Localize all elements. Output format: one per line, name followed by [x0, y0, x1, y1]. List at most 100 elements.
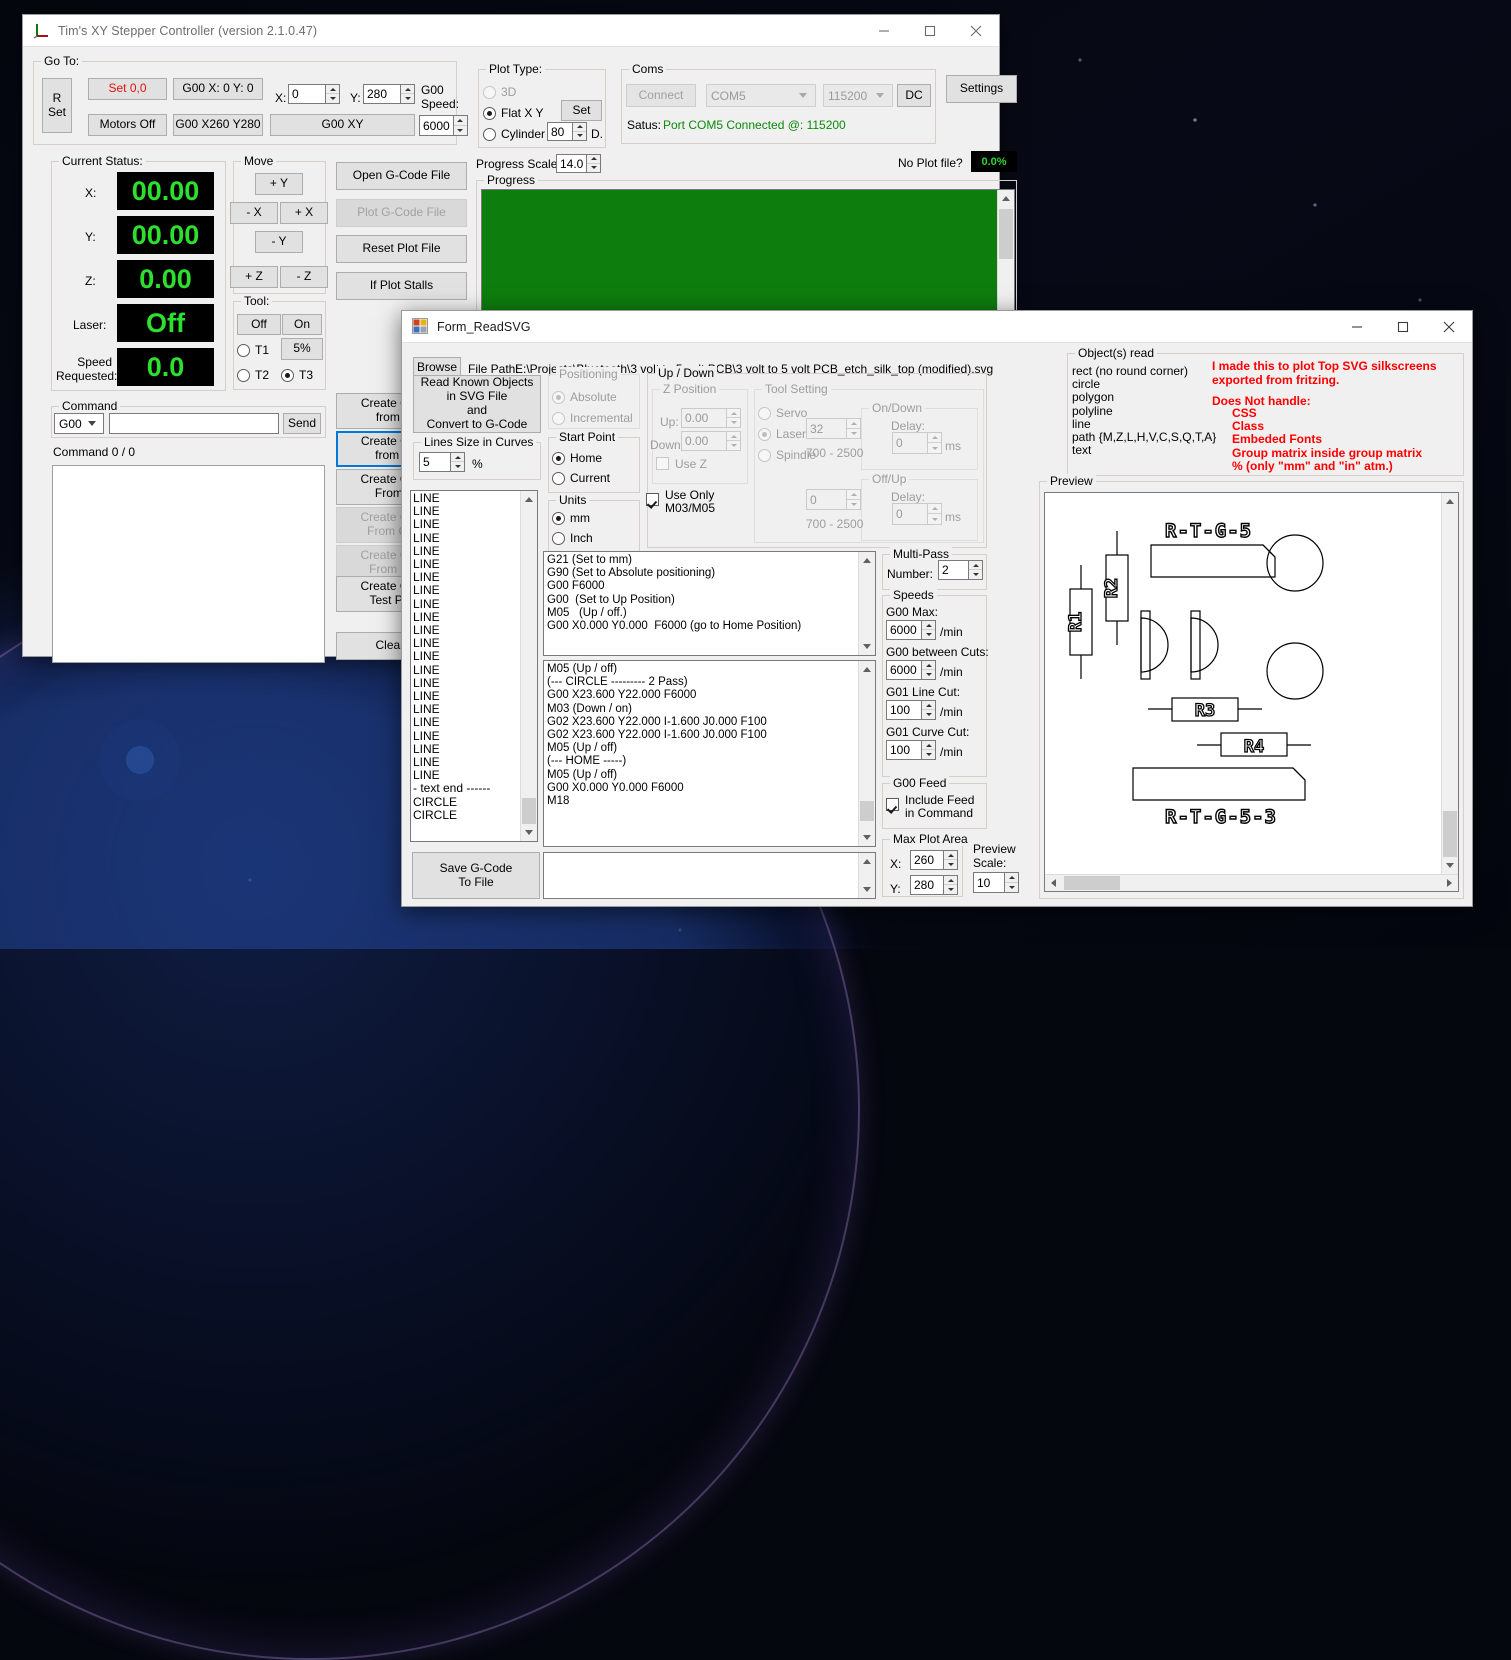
gcode-header-textbox[interactable]: G21 (Set to mm) G90 (Set to Absolute posi… [543, 551, 876, 656]
units-inch-radio[interactable]: Inch [552, 531, 593, 545]
gcode-header-scrollbar[interactable] [858, 552, 875, 655]
com-port-select[interactable]: COM5 [706, 84, 816, 107]
read-convert-button[interactable]: Read Known Objects in SVG File and Conve… [413, 375, 541, 433]
gcode-header-lines[interactable]: G21 (Set to mm) G90 (Set to Absolute posi… [544, 552, 858, 655]
g00-max-arrows[interactable] [921, 620, 936, 640]
g01-line-cut-value[interactable]: 100 [886, 700, 921, 720]
z-up-arrows[interactable] [726, 408, 741, 428]
on-down-arrows[interactable] [846, 418, 861, 439]
cylinder-diameter-arrows[interactable] [572, 122, 587, 141]
tool-servo-radio[interactable]: Servo [758, 406, 807, 420]
plot-type-cylinder-radio[interactable]: Cylinder [483, 127, 545, 141]
off-up-delay-value[interactable]: 0 [892, 503, 927, 525]
maximize-icon[interactable] [907, 15, 953, 46]
plot-type-3d-radio[interactable]: 3D [483, 85, 516, 99]
scroll-track[interactable] [521, 508, 537, 824]
plot-type-set-button[interactable]: Set [561, 100, 602, 121]
save-path-textbox[interactable] [543, 852, 876, 899]
on-down-stepper[interactable]: 32 [806, 418, 861, 439]
scroll-up-icon[interactable] [859, 661, 875, 678]
scroll-thumb[interactable] [1064, 876, 1120, 890]
goto-x-arrows[interactable] [325, 84, 340, 104]
scroll-up-icon[interactable] [998, 190, 1014, 207]
preview-scale-stepper[interactable]: 10 [973, 872, 1019, 893]
preview-horizontal-scrollbar[interactable] [1045, 874, 1458, 891]
progress-scale-value[interactable]: 14.0 [556, 154, 587, 173]
on-down-delay-arrows[interactable] [927, 432, 942, 454]
move-minus-x-button[interactable]: - X [230, 202, 278, 224]
close-icon[interactable] [953, 15, 999, 46]
scroll-down-icon[interactable] [859, 638, 875, 655]
motors-off-button[interactable]: Motors Off [88, 114, 167, 136]
g00-x0-y0-button[interactable]: G00 X: 0 Y: 0 [173, 78, 263, 100]
scroll-track[interactable] [859, 569, 875, 638]
command-send-button[interactable]: Send [283, 413, 321, 434]
preview-drawing-area[interactable]: R-T-G-5 R-T-G-5-3 R1 R2 R3 R4 [1045, 493, 1441, 874]
open-gcode-file-button[interactable]: Open G-Code File [336, 162, 467, 190]
g01-line-cut-stepper[interactable]: 100 [886, 700, 936, 720]
goto-y-stepper[interactable]: 280 [363, 84, 415, 104]
use-only-m03-m05-checkbox[interactable]: Use Only M03/M05 [646, 489, 715, 515]
cylinder-diameter-value[interactable]: 80 [547, 122, 572, 141]
command-log[interactable] [52, 465, 325, 663]
tool-on-button[interactable]: On [282, 314, 322, 335]
g00-max-value[interactable]: 6000 [886, 620, 921, 640]
on-down-value[interactable]: 32 [806, 418, 846, 439]
z-down-value[interactable]: 0.00 [681, 431, 726, 451]
off-up-delay-arrows[interactable] [927, 503, 942, 525]
scroll-up-icon[interactable] [859, 853, 875, 870]
tool-off-button[interactable]: Off [237, 314, 281, 335]
lines-size-stepper[interactable]: 5 [419, 452, 465, 472]
minimize-icon[interactable] [861, 15, 907, 46]
gcode-body-scrollbar[interactable] [858, 661, 875, 846]
scroll-left-icon[interactable] [1045, 875, 1062, 891]
g00-between-cuts-value[interactable]: 6000 [886, 660, 921, 680]
set-00-button[interactable]: Set 0,0 [88, 78, 167, 100]
multi-pass-number-value[interactable]: 2 [938, 560, 968, 580]
gcode-body-textbox[interactable]: M05 (Up / off) (--- CIRCLE --------- 2 Pa… [543, 660, 876, 847]
g00-xy-button[interactable]: G00 XY [270, 114, 415, 136]
move-plus-x-button[interactable]: + X [280, 202, 328, 224]
scroll-down-icon[interactable] [521, 824, 537, 841]
command-input[interactable] [109, 413, 279, 434]
g00-x260-y280-button[interactable]: G00 X260 Y280 [173, 114, 263, 136]
off-up-stepper[interactable]: 0 [806, 489, 861, 510]
use-z-checkbox[interactable]: Use Z [656, 457, 707, 471]
start-point-home-radio[interactable]: Home [552, 451, 602, 465]
move-plus-z-button[interactable]: + Z [230, 266, 278, 288]
preview-scale-arrows[interactable] [1004, 872, 1019, 893]
off-up-value[interactable]: 0 [806, 489, 846, 510]
scroll-down-icon[interactable] [1442, 857, 1458, 874]
include-feed-checkbox[interactable]: Include Feed in Command [886, 794, 974, 820]
tool-t1-radio[interactable]: T1 [237, 343, 269, 357]
g00-max-stepper[interactable]: 6000 [886, 620, 936, 640]
max-plot-x-value[interactable]: 260 [910, 850, 943, 870]
scroll-up-icon[interactable] [521, 491, 537, 508]
move-minus-z-button[interactable]: - Z [280, 266, 328, 288]
g01-curve-cut-stepper[interactable]: 100 [886, 740, 936, 760]
positioning-incremental-radio[interactable]: Incremental [552, 411, 633, 425]
preview-canvas[interactable]: R-T-G-5 R-T-G-5-3 R1 R2 R3 R4 [1044, 492, 1459, 892]
max-plot-y-stepper[interactable]: 280 [910, 875, 958, 895]
z-down-stepper[interactable]: 0.00 [681, 431, 741, 451]
scroll-thumb[interactable] [522, 798, 536, 824]
dc-button[interactable]: DC [897, 84, 931, 107]
max-plot-y-value[interactable]: 280 [910, 875, 943, 895]
g01-curve-cut-arrows[interactable] [921, 740, 936, 760]
save-gcode-button[interactable]: Save G-Code To File [412, 852, 540, 899]
plot-type-flat-radio[interactable]: Flat X Y [483, 106, 543, 120]
multi-pass-number-arrows[interactable] [968, 560, 983, 580]
goto-y-arrows[interactable] [400, 84, 415, 104]
progress-scale-arrows[interactable] [586, 154, 602, 173]
g00-speed-arrows[interactable] [452, 115, 468, 136]
scroll-down-icon[interactable] [859, 881, 875, 898]
z-up-stepper[interactable]: 0.00 [681, 408, 741, 428]
main-window-titlebar[interactable]: Tim's XY Stepper Controller (version 2.1… [23, 15, 999, 47]
r-set-button[interactable]: R Set [42, 78, 72, 133]
objects-listbox[interactable]: LINE LINE LINE LINE LINE LINE LINE LINE LINE LINE… [410, 490, 538, 842]
tool-percent-button[interactable]: 5% [281, 338, 323, 360]
g01-line-cut-arrows[interactable] [921, 700, 936, 720]
g00-speed-stepper[interactable]: 6000 [419, 115, 468, 136]
tool-t3-radio[interactable]: T3 [281, 368, 313, 382]
svg-window-titlebar[interactable]: Form_ReadSVG [402, 311, 1472, 343]
